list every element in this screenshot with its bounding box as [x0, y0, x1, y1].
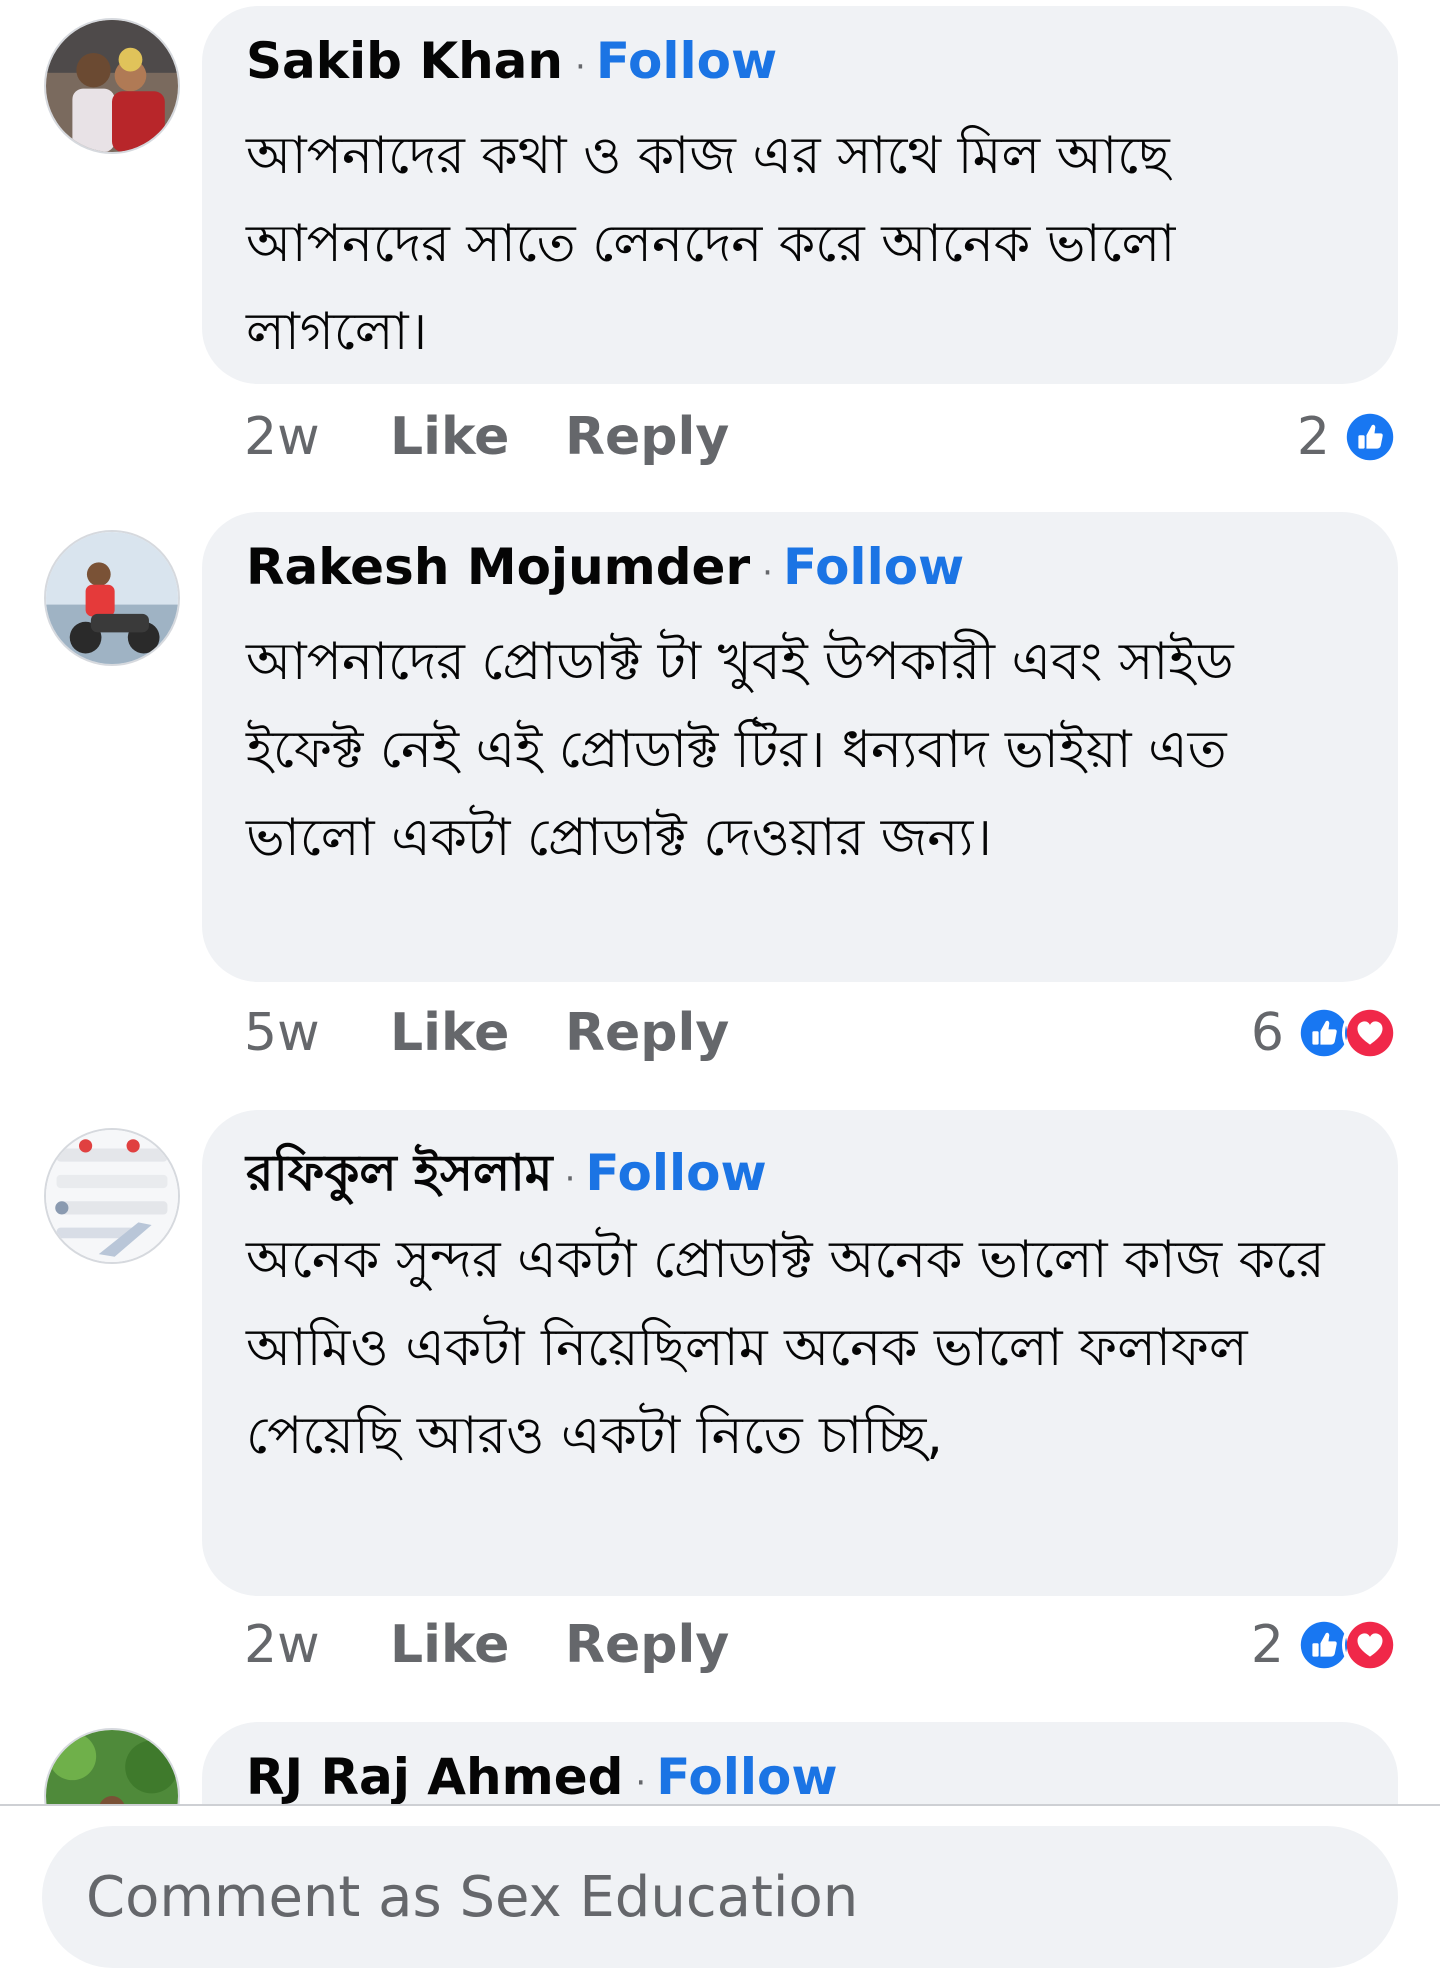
- author-name[interactable]: Sakib Khan: [246, 32, 563, 90]
- follow-button[interactable]: Follow: [585, 1144, 766, 1202]
- like-button[interactable]: Like: [390, 1615, 565, 1675]
- follow-button[interactable]: Follow: [783, 538, 964, 596]
- separator-dot: ·: [635, 1763, 647, 1803]
- comment-text: আপনাদের প্রোডাক্ট টা খুবই উপকারী এবং সাই…: [246, 632, 1234, 868]
- comment-age[interactable]: 5w: [244, 1003, 390, 1063]
- comment-age[interactable]: 2w: [244, 1615, 390, 1675]
- reaction-count: 6: [1250, 1003, 1284, 1063]
- comment-bubble: রফিকুল ইসলাম · Follow অনেক সুন্দর একটা প…: [202, 1110, 1398, 1596]
- love-icon: [1342, 1617, 1398, 1673]
- divider: [0, 1804, 1440, 1806]
- comment-actions: 2w Like Reply 2: [244, 1610, 1398, 1680]
- follow-button[interactable]: Follow: [596, 32, 777, 90]
- avatar[interactable]: [44, 18, 180, 154]
- reaction-summary[interactable]: 2: [1251, 1615, 1398, 1675]
- separator-dot: ·: [762, 553, 773, 593]
- author-name[interactable]: RJ Raj Ahmed: [246, 1748, 623, 1806]
- comment-text: আপনাদের কথা ও কাজ এর সাথে মিল আছে আপনদের…: [246, 126, 1176, 362]
- like-button[interactable]: Like: [390, 407, 565, 467]
- comment-input[interactable]: [86, 1864, 1398, 1930]
- comments-screen: Sakib Khan · Follow আপনাদের কথা ও কাজ এর…: [0, 0, 1440, 1988]
- reaction-count: 2: [1250, 1615, 1284, 1675]
- reaction-count: 2: [1296, 407, 1330, 467]
- like-icon: [1342, 409, 1398, 465]
- avatar[interactable]: [44, 1128, 180, 1264]
- reply-button[interactable]: Reply: [565, 1003, 729, 1063]
- author-name[interactable]: Rakesh Mojumder: [246, 538, 750, 596]
- comment-actions: 2w Like Reply 2: [244, 402, 1398, 472]
- love-icon: [1342, 1005, 1398, 1061]
- reaction-summary[interactable]: 2: [1297, 407, 1398, 467]
- follow-button[interactable]: Follow: [656, 1748, 837, 1806]
- separator-dot: ·: [575, 47, 586, 87]
- avatar[interactable]: [44, 530, 180, 666]
- comment-composer[interactable]: [42, 1826, 1398, 1968]
- comment-bubble: Sakib Khan · Follow আপনাদের কথা ও কাজ এর…: [202, 6, 1398, 384]
- reply-button[interactable]: Reply: [565, 1615, 729, 1675]
- separator-dot: ·: [564, 1159, 576, 1199]
- comment-text: অনেক সুন্দর একটা প্রোডাক্ট অনেক ভালো কাজ…: [246, 1230, 1325, 1466]
- author-name[interactable]: রফিকুল ইসলাম: [246, 1136, 553, 1219]
- like-button[interactable]: Like: [390, 1003, 565, 1063]
- comment-bubble: Rakesh Mojumder · Follow আপনাদের প্রোডাক…: [202, 512, 1398, 982]
- reply-button[interactable]: Reply: [565, 407, 729, 467]
- reaction-summary[interactable]: 6: [1251, 1003, 1398, 1063]
- comment-actions: 5w Like Reply 6: [244, 998, 1398, 1068]
- comment-age[interactable]: 2w: [244, 407, 390, 467]
